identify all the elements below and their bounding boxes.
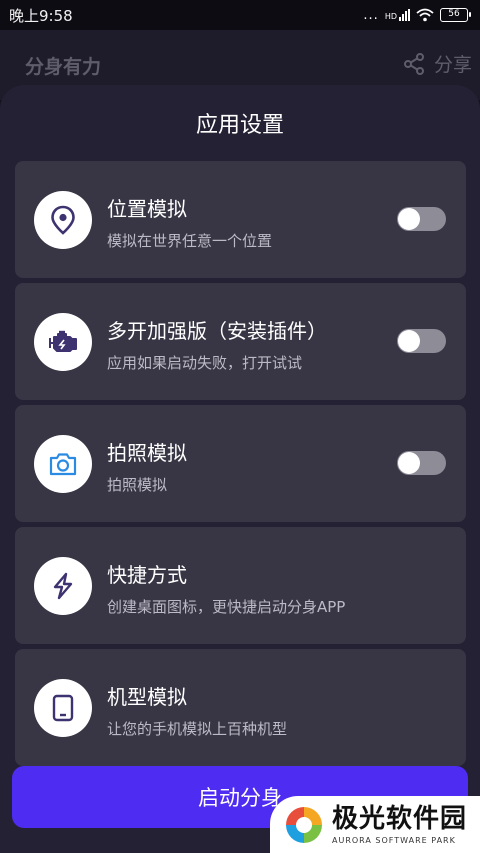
share-button[interactable]: 分享 bbox=[402, 50, 472, 77]
option-camera-simulation[interactable]: 拍照模拟 拍照模拟 bbox=[15, 405, 466, 522]
camera-icon bbox=[49, 453, 77, 476]
option-device-model-simulation[interactable]: 机型模拟 让您的手机模拟上百种机型 bbox=[15, 649, 466, 766]
sheet-title: 应用设置 bbox=[195, 113, 284, 138]
settings-sheet: 应用设置 位置模拟 模拟在世界任意一个位置 多开加强版（安装插件） 应用如果启动… bbox=[0, 85, 480, 853]
location-toggle[interactable] bbox=[397, 207, 446, 231]
status-bar: 晚上9:58 ... HD 56 bbox=[0, 0, 480, 30]
option-location-simulation[interactable]: 位置模拟 模拟在世界任意一个位置 bbox=[15, 161, 466, 278]
location-pin-icon bbox=[51, 205, 75, 235]
app-title: 分身有力 bbox=[25, 56, 102, 78]
toggle-knob bbox=[398, 452, 420, 474]
option-description: 拍照模拟 bbox=[107, 476, 168, 494]
option-icon-circle bbox=[34, 191, 92, 249]
option-shortcut[interactable]: 快捷方式 创建桌面图标，更快捷启动分身APP bbox=[15, 527, 466, 644]
toggle-knob bbox=[398, 330, 420, 352]
share-label: 分享 bbox=[433, 54, 472, 76]
more-dots-icon: ... bbox=[363, 7, 379, 23]
option-description: 让您的手机模拟上百种机型 bbox=[107, 720, 288, 738]
watermark-subtitle: AURORA SOFTWARE PARK bbox=[332, 835, 456, 845]
watermark-title: 极光软件园 bbox=[332, 803, 468, 834]
phone-icon bbox=[52, 694, 74, 722]
option-icon-circle bbox=[34, 679, 92, 737]
camera-toggle[interactable] bbox=[397, 451, 446, 475]
option-description: 模拟在世界任意一个位置 bbox=[107, 232, 273, 250]
share-icon bbox=[403, 52, 424, 75]
toggle-knob bbox=[398, 208, 420, 230]
option-description: 应用如果启动失败，打开试试 bbox=[107, 354, 303, 372]
option-icon-circle bbox=[34, 435, 92, 493]
option-icon-circle bbox=[34, 557, 92, 615]
option-multi-open-plus[interactable]: 多开加强版（安装插件） 应用如果启动失败，打开试试 bbox=[15, 283, 466, 400]
network-type: HD bbox=[384, 12, 397, 21]
option-description: 创建桌面图标，更快捷启动分身APP bbox=[107, 598, 346, 616]
lightning-icon bbox=[53, 572, 73, 600]
option-title: 机型模拟 bbox=[107, 685, 187, 709]
option-title: 拍照模拟 bbox=[107, 441, 187, 465]
option-title: 快捷方式 bbox=[107, 563, 187, 587]
option-title: 多开加强版（安装插件） bbox=[107, 319, 327, 343]
option-icon-circle bbox=[34, 313, 92, 371]
option-title: 位置模拟 bbox=[107, 197, 187, 221]
battery-icon: 56 bbox=[440, 8, 471, 22]
wifi-icon bbox=[416, 8, 434, 22]
status-time: 晚上9:58 bbox=[9, 6, 73, 25]
multi-open-toggle[interactable] bbox=[397, 329, 446, 353]
signal-icon: HD bbox=[385, 9, 410, 21]
aurora-logo-icon bbox=[286, 806, 322, 843]
status-icons: ... HD 56 bbox=[363, 7, 471, 23]
watermark: 极光软件园 AURORA SOFTWARE PARK bbox=[270, 796, 480, 853]
engine-icon bbox=[49, 330, 77, 352]
